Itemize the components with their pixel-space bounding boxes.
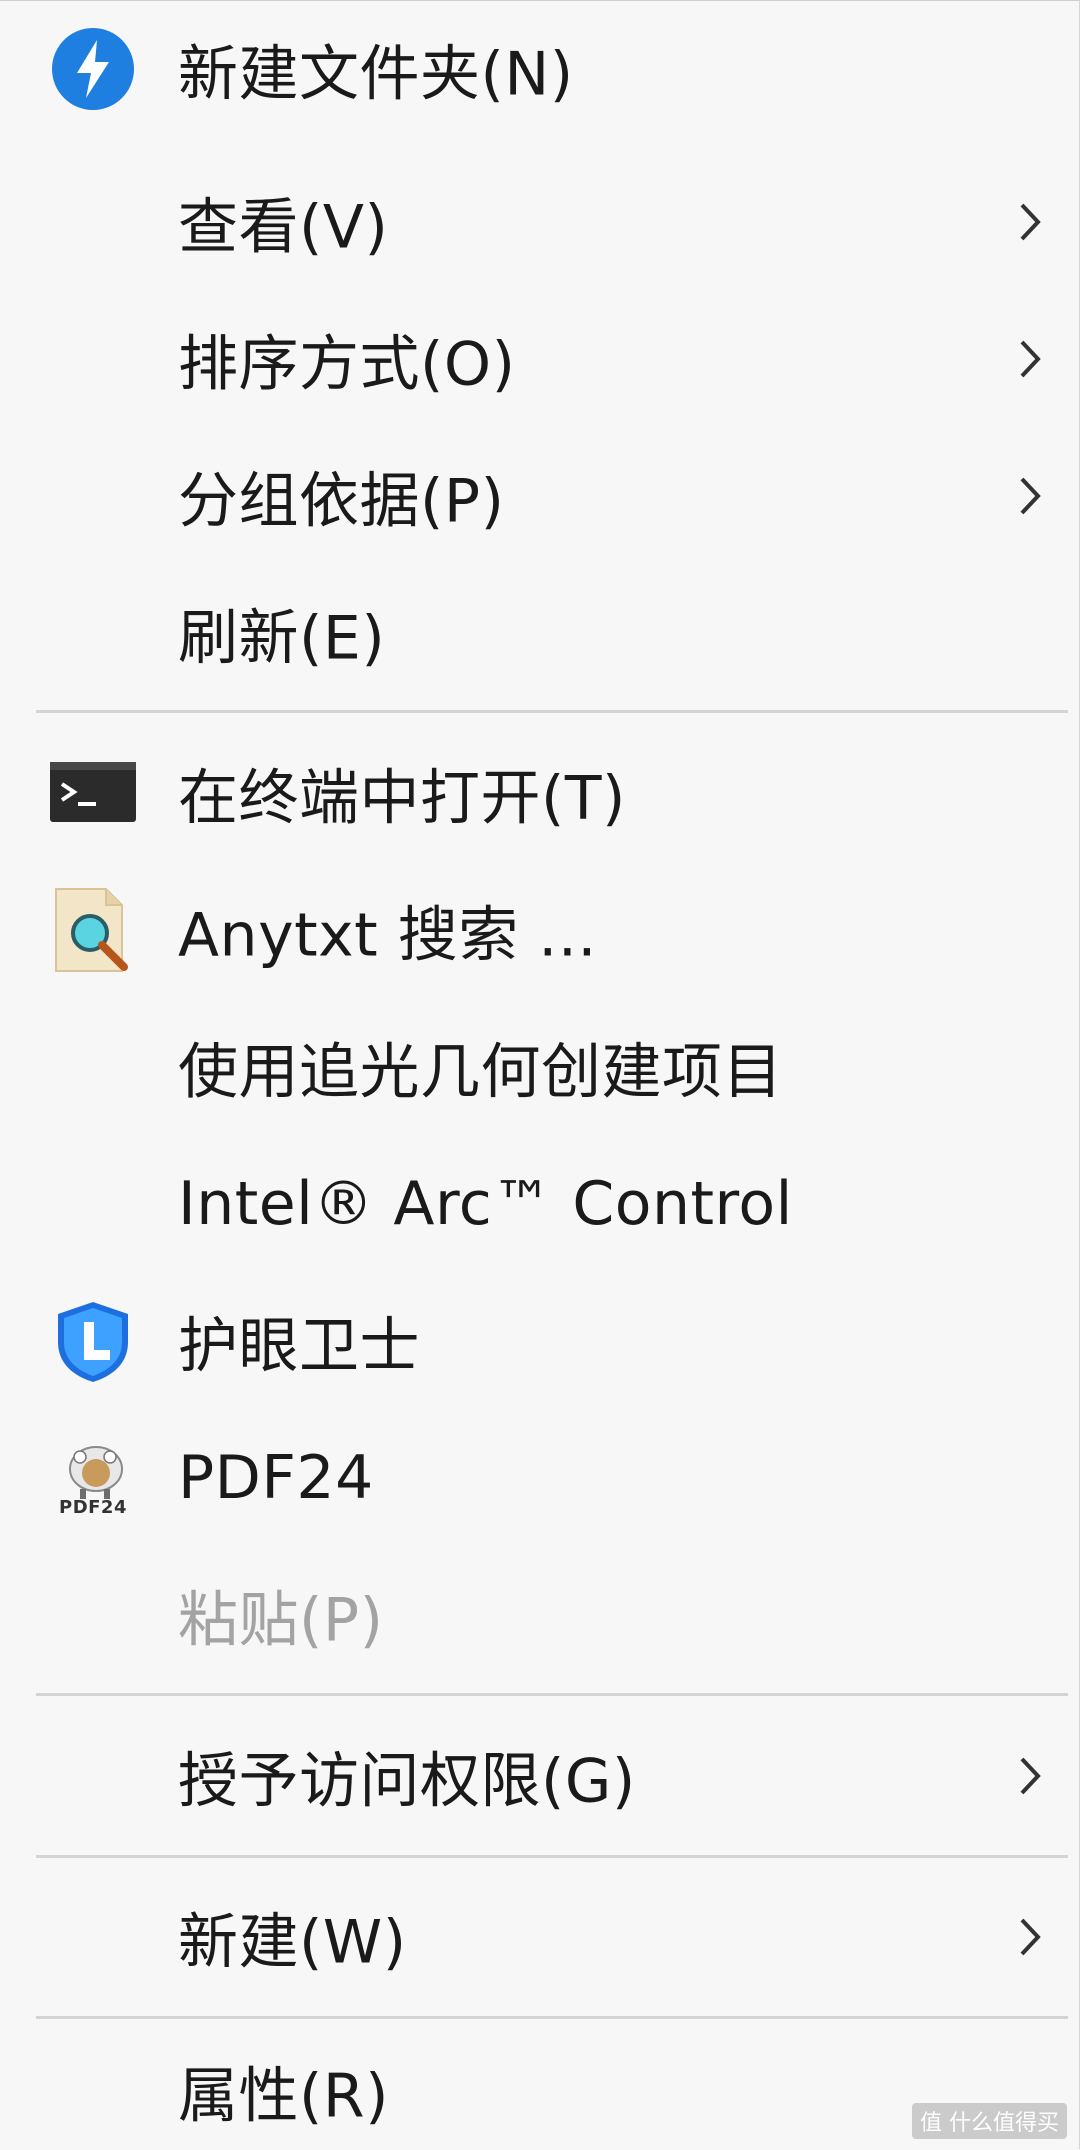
menu-item-label: 排序方式(O) [178, 329, 516, 400]
menu-item-paste: 粘贴(P) [0, 1547, 1080, 1683]
menu-item-give-access[interactable]: 授予访问权限(G) [0, 1708, 1080, 1844]
pdf24-icon-text: PDF24 [59, 1497, 127, 1518]
menu-item-label: 刷新(E) [178, 603, 386, 674]
menu-item-label: 新建文件夹(N) [178, 39, 574, 110]
menu-item-label: Intel® Arc™ Control [178, 1169, 793, 1239]
menu-item-label: 属性(R) [178, 2061, 390, 2131]
lightning-circle-icon [50, 26, 136, 112]
watermark: 值 什么值得买 [912, 2103, 1067, 2139]
menu-item-label: Anytxt 搜索 ... [178, 900, 597, 971]
menu-separator [36, 1693, 1068, 1696]
menu-item-label: 查看(V) [178, 192, 389, 263]
context-menu: 新建文件夹(N) 查看(V) 排序方式(O) 分组依据(P) 刷新(E) 在终端… [0, 0, 1080, 2149]
menu-item-label: 在终端中打开(T) [178, 763, 626, 834]
terminal-icon [50, 750, 136, 836]
menu-item-new-folder[interactable]: 新建文件夹(N) [0, 1, 1080, 137]
menu-item-create-project[interactable]: 使用追光几何创建项目 [0, 999, 1080, 1135]
menu-item-label: 新建(W) [178, 1907, 407, 1978]
menu-item-label: 粘贴(P) [178, 1585, 384, 1656]
chevron-right-icon [1020, 1757, 1041, 1795]
menu-item-label: 使用追光几何创建项目 [178, 1037, 783, 1108]
menu-item-refresh[interactable]: 刷新(E) [0, 565, 1080, 701]
menu-item-anytxt-search[interactable]: Anytxt 搜索 ... [0, 862, 1080, 998]
chevron-right-icon [1020, 477, 1041, 515]
menu-item-group-by[interactable]: 分组依据(P) [0, 428, 1080, 564]
menu-item-label: 护眼卫士 [178, 1311, 420, 1382]
menu-item-sort-by[interactable]: 排序方式(O) [0, 291, 1080, 427]
menu-item-pdf24[interactable]: PDF24 PDF24 [0, 1410, 1080, 1546]
menu-item-label: 分组依据(P) [178, 466, 505, 537]
menu-item-label: PDF24 [178, 1443, 374, 1513]
menu-item-label: 授予访问权限(G) [178, 1746, 636, 1817]
menu-separator [36, 710, 1068, 713]
chevron-right-icon [1020, 1918, 1041, 1956]
pdf24-icon: PDF24 [50, 1435, 136, 1521]
chevron-right-icon [1020, 203, 1041, 241]
menu-separator [36, 2016, 1068, 2019]
menu-item-intel-arc-control[interactable]: Intel® Arc™ Control [0, 1136, 1080, 1272]
anytxt-search-icon [50, 887, 136, 973]
menu-item-new[interactable]: 新建(W) [0, 1869, 1080, 2005]
menu-separator [36, 1855, 1068, 1858]
eye-guard-shield-icon [50, 1298, 136, 1384]
menu-item-open-in-terminal[interactable]: 在终端中打开(T) [0, 725, 1080, 861]
menu-item-view[interactable]: 查看(V) [0, 154, 1080, 290]
chevron-right-icon [1020, 340, 1041, 378]
menu-item-eye-guard[interactable]: 护眼卫士 [0, 1273, 1080, 1409]
